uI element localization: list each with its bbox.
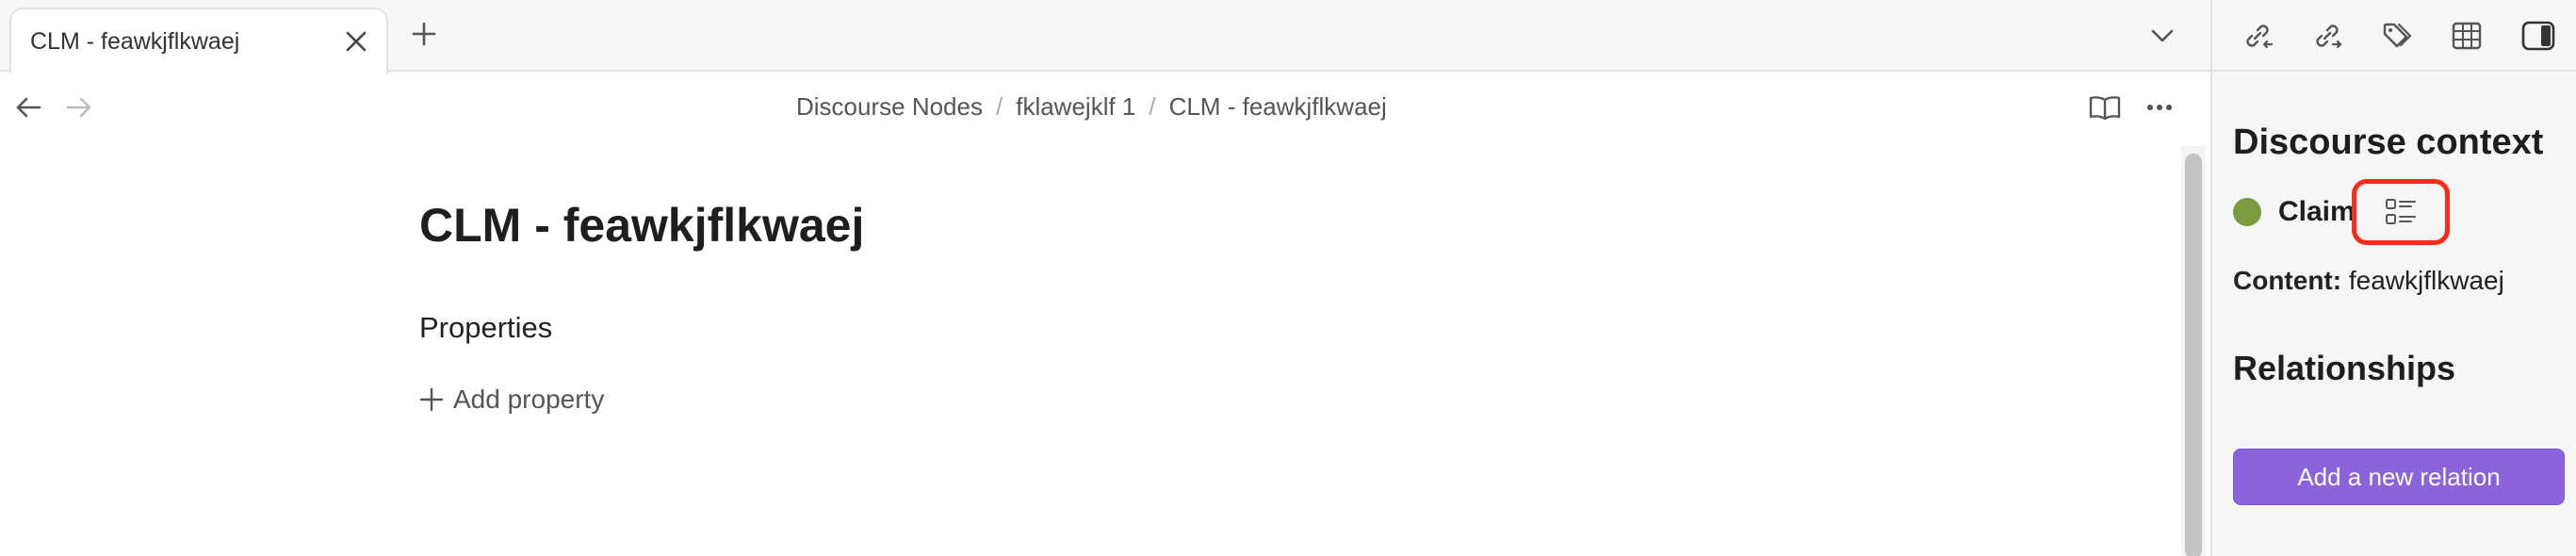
right-sidebar: Discourse context Claim Content: feawkjf… — [2210, 0, 2576, 556]
reading-view-icon[interactable] — [2082, 85, 2128, 130]
sidebar-toggle-icon[interactable] — [2516, 13, 2561, 58]
list-view-icon — [2386, 199, 2416, 224]
sidebar-toolbar — [2212, 0, 2576, 72]
breadcrumb-separator: / — [1149, 92, 1156, 121]
note-content: CLM - feawkjflkwaej Properties Add prope… — [419, 198, 864, 414]
plus-icon — [419, 387, 444, 412]
editor-pane: CLM - feawkjflkwaej Discourse Nodes / fk… — [0, 0, 2210, 556]
table-icon[interactable] — [2444, 13, 2489, 58]
breadcrumb: Discourse Nodes / fklawejklf 1 / CLM - f… — [796, 92, 1387, 122]
discourse-context-panel: Discourse context Claim Content: feawkjf… — [2233, 123, 2572, 505]
arrow-right-icon[interactable] — [57, 85, 102, 130]
scrollbar[interactable] — [2181, 146, 2206, 556]
outgoing-links-icon[interactable] — [2305, 13, 2350, 58]
tab-active[interactable]: CLM - feawkjflkwaej — [9, 8, 388, 74]
nav-header: Discourse Nodes / fklawejklf 1 / CLM - f… — [0, 74, 2210, 141]
arrow-left-icon[interactable] — [6, 85, 51, 130]
page-title[interactable]: CLM - feawkjflkwaej — [419, 198, 864, 253]
chevron-down-icon[interactable] — [2139, 13, 2186, 58]
discourse-context-title: Discourse context — [2233, 123, 2544, 162]
tab-title: CLM - feawkjflkwaej — [30, 27, 240, 55]
breadcrumb-item-2[interactable]: fklawejklf 1 — [1016, 92, 1135, 122]
app-window: CLM - feawkjflkwaej Discourse Nodes / fk… — [0, 0, 2576, 556]
breadcrumb-item-1[interactable]: Discourse Nodes — [796, 92, 983, 122]
node-details-button[interactable] — [2352, 179, 2450, 245]
breadcrumb-separator: / — [995, 92, 1003, 121]
more-options-icon[interactable] — [2137, 85, 2182, 130]
node-type-label: Claim — [2278, 196, 2356, 227]
add-relation-button[interactable]: Add a new relation — [2233, 449, 2565, 505]
add-property-label: Add property — [453, 384, 605, 414]
breadcrumb-item-3[interactable]: CLM - feawkjflkwaej — [1169, 92, 1387, 122]
close-icon[interactable] — [332, 17, 381, 66]
tags-icon[interactable] — [2374, 13, 2420, 58]
tab-bar: CLM - feawkjflkwaej — [0, 0, 2210, 74]
add-property-button[interactable]: Add property — [419, 384, 604, 415]
backlinks-icon[interactable] — [2235, 13, 2280, 58]
node-color-dot — [2233, 198, 2261, 226]
scrollbar-thumb[interactable] — [2185, 154, 2202, 556]
content-row: Content: feawkjflkwaej — [2233, 266, 2504, 296]
plus-icon[interactable] — [403, 13, 445, 55]
relationships-title: Relationships — [2233, 349, 2456, 387]
content-value: feawkjflkwaej — [2348, 266, 2504, 295]
content-label: Content: — [2233, 266, 2342, 295]
node-type-row: Claim — [2233, 179, 2450, 245]
properties-heading: Properties — [419, 311, 553, 344]
